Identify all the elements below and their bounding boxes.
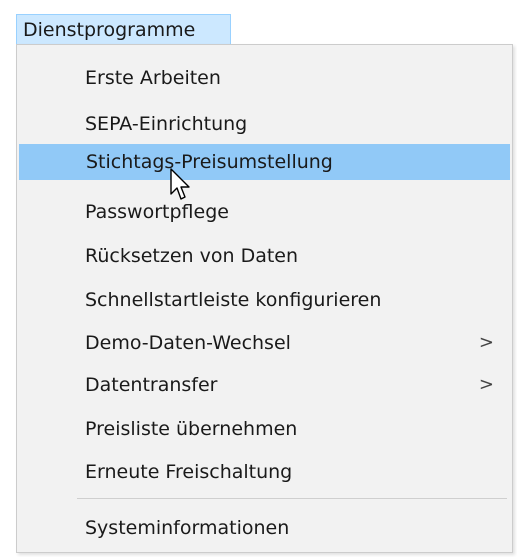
menu-item-systeminformationen[interactable]: Systeminformationen <box>19 510 510 546</box>
menu-item-stichtags-preisumstellung[interactable]: Stichtags-Preisumstellung <box>19 144 510 180</box>
menu-item-schnellstartleiste-konfigurieren[interactable]: Schnellstartleiste konfigurieren <box>19 282 510 318</box>
menu-item-erste-arbeiten[interactable]: Erste Arbeiten <box>19 60 510 96</box>
menu-item-demo-daten-wechsel[interactable]: Demo-Daten-Wechsel > <box>19 325 510 361</box>
menu-item-label: Stichtags-Preisumstellung <box>86 151 333 173</box>
menu-item-label: Erste Arbeiten <box>85 67 221 89</box>
chevron-right-icon: > <box>478 332 494 353</box>
menu-item-label: SEPA-Einrichtung <box>85 113 248 135</box>
menu-dienstprogramme[interactable]: Dienstprogramme <box>16 14 231 45</box>
menu-item-label: Erneute Freischaltung <box>85 461 293 483</box>
menu-item-label: Datentransfer <box>85 374 218 396</box>
menu-item-label: Rücksetzen von Daten <box>85 245 299 267</box>
menu-item-passwortpflege[interactable]: Passwortpflege <box>19 194 510 230</box>
menu-item-erneute-freischaltung[interactable]: Erneute Freischaltung <box>19 454 510 490</box>
menu-item-ruecksetzen-von-daten[interactable]: Rücksetzen von Daten <box>19 238 510 274</box>
dropdown-menu: Erste Arbeiten SEPA-Einrichtung Stichtag… <box>16 44 513 553</box>
menu-bar: Dienstprogramme <box>0 0 517 45</box>
menu-separator <box>77 498 507 499</box>
menu-item-label: Schnellstartleiste konfigurieren <box>85 289 382 311</box>
menu-item-label: Demo-Daten-Wechsel <box>85 332 291 354</box>
menu-item-sepa-einrichtung[interactable]: SEPA-Einrichtung <box>19 106 510 142</box>
chevron-right-icon: > <box>478 374 494 395</box>
mouse-pointer-icon <box>170 168 190 200</box>
menu-item-label: Passwortpflege <box>85 201 229 223</box>
menu-item-preisliste-uebernehmen[interactable]: Preisliste übernehmen <box>19 411 510 447</box>
menu-item-label: Preisliste übernehmen <box>85 418 298 440</box>
menu-item-label: Systeminformationen <box>85 517 290 539</box>
menu-item-datentransfer[interactable]: Datentransfer > <box>19 367 510 403</box>
